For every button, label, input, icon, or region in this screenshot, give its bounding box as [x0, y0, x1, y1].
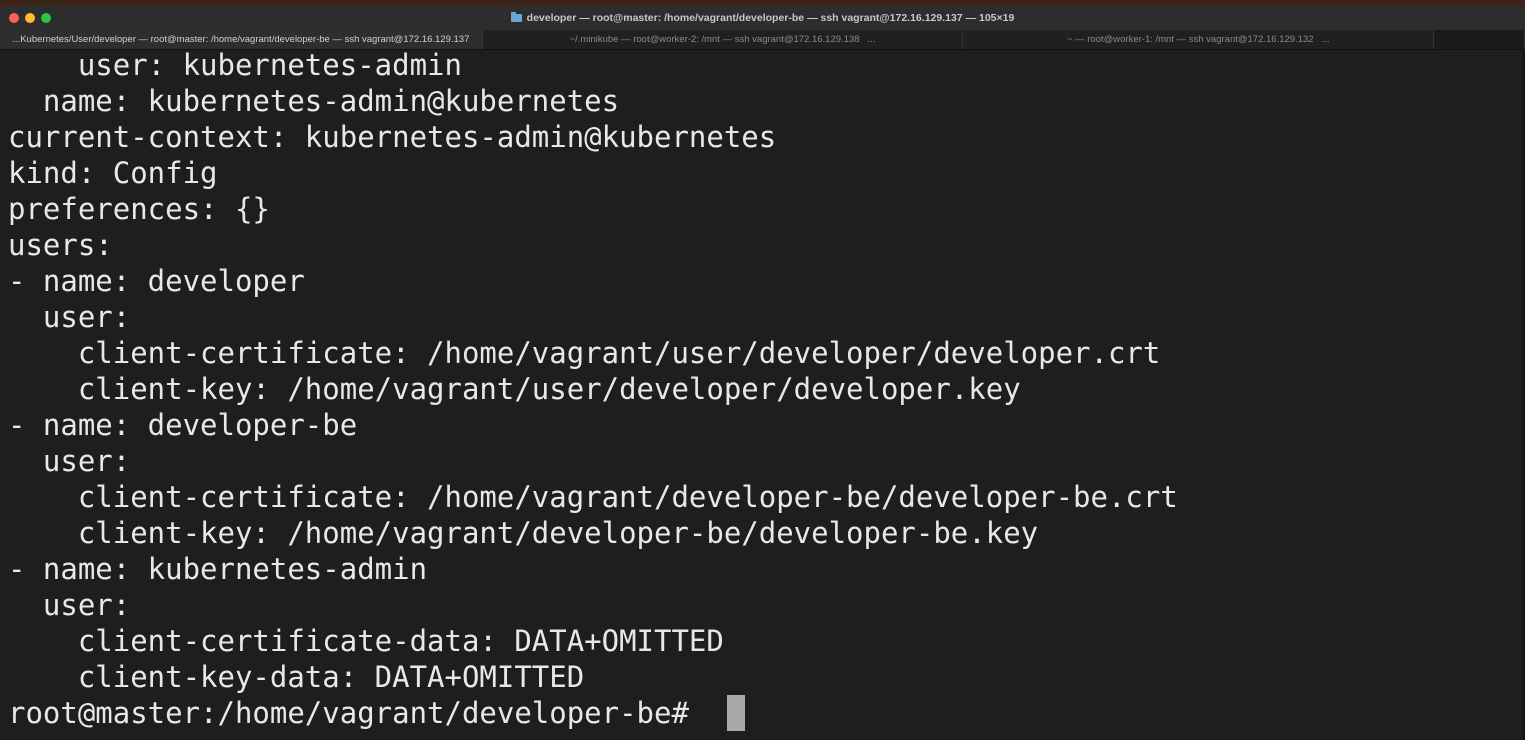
terminal-output[interactable]: user: kubernetes-admin name: kubernetes-… — [0, 48, 1525, 740]
terminal-line: user: — [8, 444, 131, 478]
tab-overflow-indicator: ... — [867, 34, 876, 45]
terminal-line: client-key-data: DATA+OMITTED — [8, 660, 585, 694]
tab-label: ...Kubernetes/User/developer — root@mast… — [12, 34, 470, 45]
terminal-line: preferences: {} — [8, 192, 270, 226]
terminal-line: - name: kubernetes-admin — [8, 552, 428, 586]
terminal-line: user: — [8, 300, 131, 334]
terminal-line: client-key: /home/vagrant/user/developer… — [8, 372, 1021, 406]
terminal-line: client-key: /home/vagrant/developer-be/d… — [8, 516, 1039, 550]
title-bar[interactable]: developer — root@master: /home/vagrant/d… — [0, 6, 1525, 30]
tab-worker-1[interactable]: ~ — root@worker-1: /mnt — ssh vagrant@17… — [963, 30, 1435, 49]
tab-label: ~/.minikube — root@worker-2: /mnt — ssh … — [569, 34, 860, 45]
terminal-line: user: — [8, 588, 131, 622]
terminal-line: client-certificate: /home/vagrant/user/d… — [8, 336, 1161, 370]
terminal-line: user: kubernetes-admin — [8, 48, 462, 82]
maximize-button[interactable] — [41, 13, 51, 23]
tab-worker-2[interactable]: ~/.minikube — root@worker-2: /mnt — ssh … — [482, 30, 964, 49]
tab-label: ~ — root@worker-1: /mnt — ssh vagrant@17… — [1066, 34, 1314, 45]
terminal-line: - name: developer-be — [8, 408, 358, 442]
terminal-line: current-context: kubernetes-admin@kubern… — [8, 120, 777, 154]
close-button[interactable] — [9, 13, 19, 23]
minimize-button[interactable] — [25, 13, 35, 23]
folder-icon — [510, 12, 522, 22]
terminal-line: users: — [8, 228, 113, 262]
terminal-line: client-certificate: /home/vagrant/develo… — [8, 480, 1178, 514]
shell-prompt: root@master:/home/vagrant/developer-be# — [8, 696, 707, 730]
terminal-line: name: kubernetes-admin@kubernetes — [8, 84, 620, 118]
terminal-window: developer — root@master: /home/vagrant/d… — [0, 0, 1525, 740]
window-controls — [9, 13, 51, 23]
terminal-line: - name: developer — [8, 264, 305, 298]
window-title-text: developer — root@master: /home/vagrant/d… — [526, 12, 1015, 24]
terminal-line: client-certificate-data: DATA+OMITTED — [8, 624, 724, 658]
new-tab-area[interactable] — [1434, 30, 1525, 49]
terminal-line: kind: Config — [8, 156, 218, 190]
text-cursor — [727, 695, 745, 731]
tab-overflow-indicator: ... — [1321, 34, 1330, 45]
window-title: developer — root@master: /home/vagrant/d… — [510, 12, 1015, 24]
